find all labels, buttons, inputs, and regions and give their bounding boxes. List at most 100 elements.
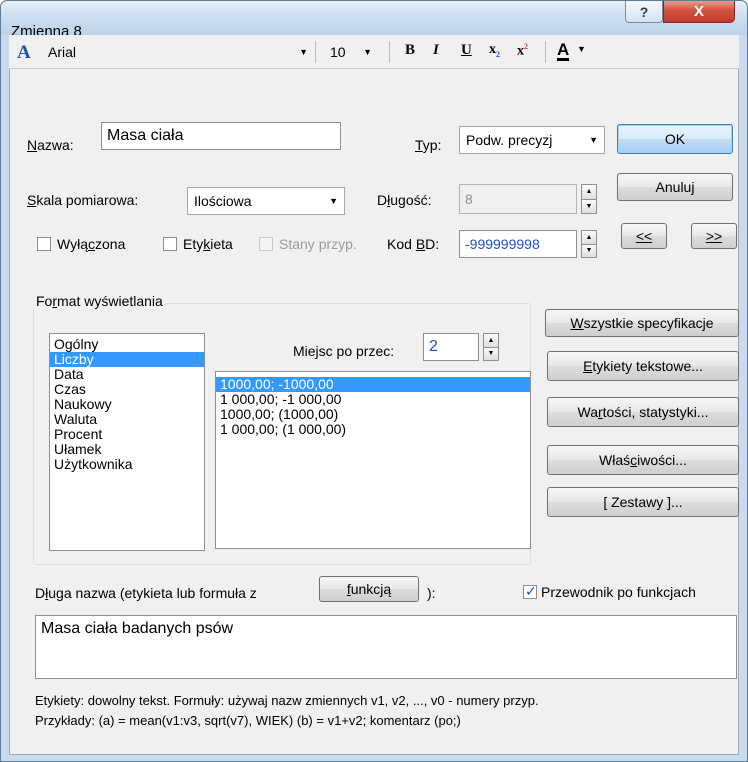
chevron-down-icon: ▼ [329,196,338,206]
properties-label: Właściwości... [599,452,687,468]
underline-button[interactable]: U [461,42,472,59]
name-input[interactable]: Masa ciała [101,122,341,150]
properties-button[interactable]: Właściwości... [547,445,739,475]
name-label: Nazwa: [27,137,74,153]
hint-line-1: Etykiety: dowolny tekst. Formuły: używaj… [35,693,539,708]
function-wizard-checkbox[interactable] [523,583,537,600]
code-bd-input[interactable]: -999999998 [459,230,577,258]
ok-button[interactable]: OK [617,124,733,154]
label-checkbox-label: Etykieta [183,236,233,252]
scale-select[interactable]: Ilościowa ▼ [187,187,345,215]
format-category-list[interactable]: Ogólny Liczby Data Czas Naukowy Waluta P… [49,333,205,551]
decimals-input-value: 2 [429,338,438,355]
font-name-value: Arial [48,44,77,60]
close-icon: X [693,3,704,20]
chevron-down-icon: ▼ [299,47,308,57]
length-spinner[interactable]: ▲ ▼ [581,184,597,214]
values-statistics-label: Wartości, statystyki... [577,404,709,420]
spinner-down-icon[interactable]: ▼ [582,199,596,213]
all-specifications-label: Wszystkie specyfikacje [570,315,714,331]
function-wizard-label: Przewodnik po funkcjach [541,584,696,600]
type-label: Typ: [415,137,442,153]
length-label: Długość: [377,192,432,208]
title-bar[interactable]: Zmienna 8 ? X [1,1,747,39]
chevron-down-icon[interactable]: ▼ [577,44,586,54]
formatting-toolbar: A Arial ▼ 10 ▼ B I U x2 x2 A ▼ [9,35,739,69]
long-name-label: Długa nazwa (etykieta lub formuła z [35,585,257,601]
function-button-label: funkcją [346,581,392,597]
superscript-button[interactable]: x2 [517,42,528,60]
display-format-group-title: Format wyświetlania [33,293,166,309]
cancel-button[interactable]: Anuluj [617,173,733,201]
spinner-down-icon[interactable]: ▼ [582,244,596,257]
font-name-select[interactable]: Arial ▼ [41,40,315,64]
subscript-mark: 2 [496,49,500,59]
case-states-checkbox[interactable] [259,237,273,251]
type-select-value: Podw. precyzj [466,132,553,148]
close-button[interactable]: X [663,1,735,23]
list-item[interactable]: Data [50,367,204,382]
all-specifications-button[interactable]: Wszystkie specyfikacje [545,309,739,337]
list-item[interactable]: 1 000,00; (1 000,00) [216,422,530,437]
scale-select-value: Ilościowa [194,193,252,209]
list-item-selected[interactable]: Liczby [50,352,204,367]
code-bd-spinner[interactable]: ▲ ▼ [581,230,597,258]
label-checkbox[interactable] [163,237,177,251]
italic-button[interactable]: I [433,42,439,59]
number-format-list[interactable]: 1000,00; -1000,00 1 000,00; -1 000,00 10… [215,371,531,549]
excluded-label: Wyłączona [57,236,126,252]
text-color-icon: A [557,40,570,59]
scale-label: Skala pomiarowa: [27,192,139,208]
spinner-up-icon[interactable]: ▲ [582,185,596,200]
font-icon[interactable]: A [17,42,31,64]
superscript-icon: x [517,43,524,59]
subscript-button[interactable]: x2 [489,42,500,59]
list-item[interactable]: Naukowy [50,397,204,412]
list-item[interactable]: Użytkownika [50,457,204,472]
list-item[interactable]: Ogólny [50,337,204,352]
bold-button[interactable]: B [405,42,415,59]
previous-icon: << [635,228,653,244]
list-item[interactable]: Ułamek [50,442,204,457]
toolbar-separator [389,41,390,63]
list-item[interactable]: 1000,00; (1000,00) [216,407,530,422]
list-item[interactable]: Procent [50,427,204,442]
font-size-select[interactable]: 10 ▼ [323,40,379,64]
type-select[interactable]: Podw. precyzj ▼ [459,126,605,154]
code-bd-input-value: -999999998 [465,236,540,252]
cancel-button-label: Anuluj [655,179,695,195]
name-input-value: Masa ciała [107,127,184,144]
list-item[interactable]: Waluta [50,412,204,427]
excluded-checkbox[interactable] [37,237,51,251]
list-item-selected[interactable]: 1000,00; -1000,00 [216,377,530,392]
function-button[interactable]: funkcją [319,576,419,602]
code-bd-label: Kod BD: [387,236,440,252]
length-input-value: 8 [465,191,473,207]
list-item[interactable]: Czas [50,382,204,397]
case-states-label: Stany przyp. [279,236,357,252]
values-statistics-button[interactable]: Wartości, statystyki... [547,397,739,427]
sets-button[interactable]: [ Zestawy ]... [547,487,739,517]
ok-button-label: OK [664,131,686,147]
previous-variable-button[interactable]: << [621,223,667,249]
chevron-down-icon: ▼ [589,135,598,145]
text-labels-label: Etykiety tekstowe... [583,358,703,374]
spinner-up-icon[interactable]: ▲ [484,334,498,348]
long-name-textarea[interactable]: Masa ciała badanych psów [35,615,737,679]
text-labels-button[interactable]: Etykiety tekstowe... [547,351,739,381]
dialog-window: Zmienna 8 ? X A Arial ▼ 10 ▼ B I U x2 x2… [0,0,748,762]
hint-line-2: Przykłady: (a) = mean(v1:v3, sqrt(v7), W… [35,713,461,728]
font-size-value: 10 [330,44,346,60]
decimals-input[interactable]: 2 [423,333,479,361]
text-color-button[interactable]: A [557,40,570,61]
list-item[interactable]: 1 000,00; -1 000,00 [216,392,530,407]
decimals-label: Miejsc po przec: [293,343,395,359]
toolbar-separator [315,41,316,63]
next-variable-button[interactable]: >> [691,223,737,249]
length-input[interactable]: 8 [459,184,577,214]
next-icon: >> [705,228,723,244]
spinner-up-icon[interactable]: ▲ [582,231,596,245]
spinner-down-icon[interactable]: ▼ [484,347,498,360]
help-button[interactable]: ? [625,1,663,23]
decimals-spinner[interactable]: ▲ ▼ [483,333,499,361]
